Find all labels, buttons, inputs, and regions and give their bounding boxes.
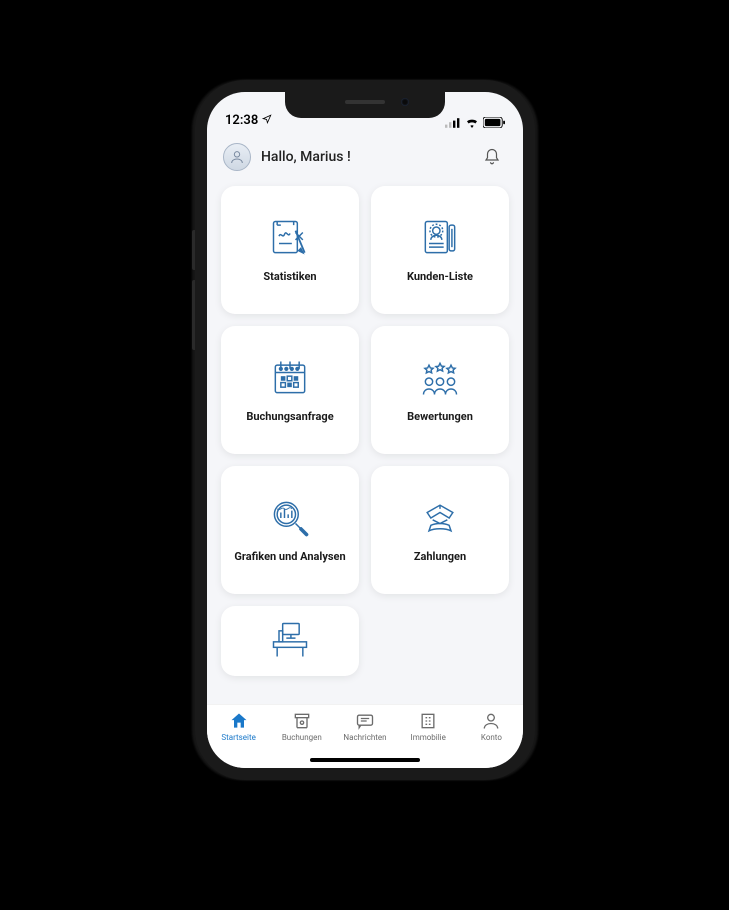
home-icon <box>229 711 249 731</box>
card-grafiken[interactable]: Grafiken und Analysen <box>221 466 359 594</box>
nav-label: Buchungen <box>282 733 322 742</box>
card-buchungsanfrage[interactable]: Buchungsanfrage <box>221 326 359 454</box>
phone-notch <box>285 92 445 118</box>
bookings-icon <box>292 711 312 731</box>
card-label: Zahlungen <box>414 550 466 564</box>
booking-request-icon <box>268 356 312 400</box>
card-bewertungen[interactable]: Bewertungen <box>371 326 509 454</box>
battery-icon <box>483 117 505 128</box>
app-header: Hallo, Marius ! <box>207 130 523 180</box>
nav-konto[interactable]: Konto <box>460 711 523 768</box>
nav-startseite[interactable]: Startseite <box>207 711 270 768</box>
nav-label: Konto <box>481 733 502 742</box>
card-label: Grafiken und Analysen <box>234 550 345 564</box>
messages-icon <box>355 711 375 731</box>
dashboard-content: Statistiken <box>207 180 523 704</box>
home-indicator[interactable] <box>310 758 420 762</box>
location-arrow-icon <box>262 113 272 128</box>
customer-list-icon <box>418 216 462 260</box>
card-label: Kunden-Liste <box>407 270 473 284</box>
card-zahlungen[interactable]: Zahlungen <box>371 466 509 594</box>
phone-screen: 12:38 <box>207 92 523 768</box>
card-label: Buchungsanfrage <box>246 410 333 424</box>
payments-icon <box>418 496 462 540</box>
status-time: 12:38 <box>225 113 258 128</box>
reviews-icon <box>418 356 462 400</box>
property-icon <box>418 711 438 731</box>
analytics-icon <box>268 496 312 540</box>
wifi-icon <box>465 118 479 128</box>
card-label: Statistiken <box>263 270 316 284</box>
nav-label: Immobilie <box>411 733 446 742</box>
desk-icon <box>268 618 312 662</box>
avatar[interactable] <box>223 143 251 171</box>
card-kundenliste[interactable]: Kunden-Liste <box>371 186 509 314</box>
greeting-text: Hallo, Marius ! <box>261 149 351 165</box>
nav-label: Nachrichten <box>343 733 386 742</box>
phone-device-frame: 12:38 <box>195 80 535 780</box>
card-desk[interactable] <box>221 606 359 676</box>
signal-icon <box>445 118 461 128</box>
notification-bell-icon[interactable] <box>477 142 507 172</box>
stats-icon <box>268 216 312 260</box>
card-label: Bewertungen <box>407 410 473 424</box>
nav-label: Startseite <box>221 733 255 742</box>
card-statistiken[interactable]: Statistiken <box>221 186 359 314</box>
account-icon <box>481 711 501 731</box>
